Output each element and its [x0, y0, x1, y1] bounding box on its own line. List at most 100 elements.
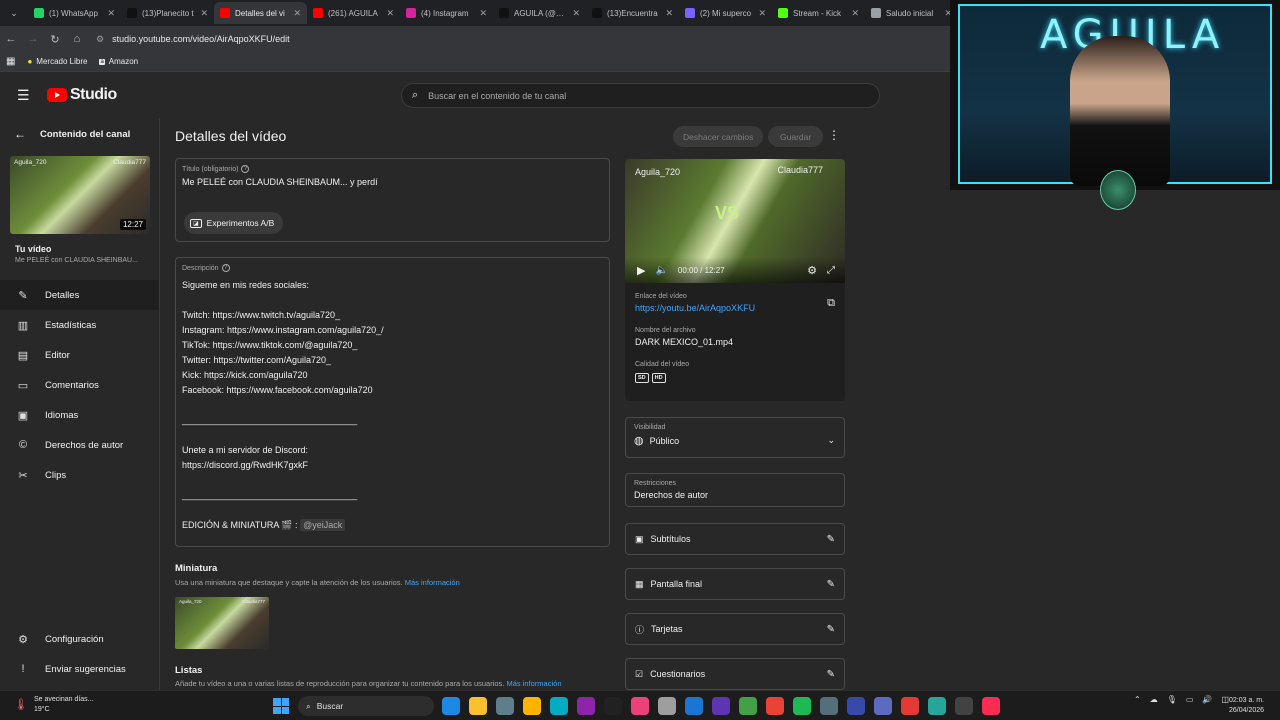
close-icon[interactable]: ✕	[107, 8, 115, 19]
pencil-icon[interactable]: ✎	[827, 669, 835, 680]
title-value[interactable]: Me PELEÉ con CLAUDIA SHEINBAUM... y perd…	[182, 177, 609, 187]
close-icon[interactable]: ✕	[851, 8, 859, 19]
description-field[interactable]: Descripción? Sigueme en mis redes social…	[175, 257, 610, 547]
back-to-content-button[interactable]: ← Contenido del canal	[0, 118, 159, 150]
save-button[interactable]: Guardar	[768, 126, 824, 147]
taskbar-app-icon[interactable]	[550, 697, 568, 715]
taskbar-search[interactable]: ⌕ Buscar	[298, 696, 434, 716]
browser-tab[interactable]: AGUILA (@agu ✕	[493, 2, 586, 24]
video-thumbnail[interactable]: Aguila_720 Claudia777 12:27	[10, 156, 150, 234]
more-options-icon[interactable]: ⋮	[828, 128, 840, 142]
copy-icon[interactable]: ⧉	[827, 297, 835, 327]
monitor-icon[interactable]: ▭	[1186, 695, 1194, 704]
pencil-icon[interactable]: ✎	[827, 579, 835, 590]
close-icon[interactable]: ✕	[479, 8, 487, 19]
taskbar-app-icon[interactable]	[469, 697, 487, 715]
taskbar-app-icon[interactable]	[874, 697, 892, 715]
reload-icon[interactable]: ↻	[44, 33, 66, 46]
search-input[interactable]: ⌕ Buscar en el contenido de tu canal	[401, 83, 880, 108]
home-icon[interactable]: ⌂	[66, 33, 88, 45]
selected-thumbnail[interactable]: Aguila_720 Claudia777	[175, 597, 269, 649]
browser-tab[interactable]: (1) WhatsApp ✕	[28, 2, 121, 24]
help-icon[interactable]: ?	[221, 264, 230, 272]
mention-chip[interactable]: @yeiJack	[300, 519, 346, 531]
lists-learn-more-link[interactable]: Más información	[506, 679, 561, 688]
volume-icon[interactable]: 🔈	[655, 265, 667, 276]
pencil-icon[interactable]: ✎	[827, 624, 835, 635]
browser-tab[interactable]: (261) AGUILA ✕	[307, 2, 400, 24]
description-text[interactable]: Sigueme en mis redes sociales: Twitch: ht…	[182, 278, 609, 533]
close-icon[interactable]: ✕	[758, 8, 766, 19]
taskbar-app-icon[interactable]	[604, 697, 622, 715]
visibility-dropdown[interactable]: Visibilidad ◍ Público ⌄	[625, 417, 845, 458]
row-pantalla-final[interactable]: ▦ Pantalla final ✎	[625, 568, 845, 600]
network-icon[interactable]: ◫	[1221, 695, 1229, 704]
taskbar-app-icon[interactable]	[982, 697, 1000, 715]
sidebar-item-detalles[interactable]: ✎ Detalles	[0, 280, 159, 310]
taskbar-app-icon[interactable]	[577, 697, 595, 715]
menu-icon[interactable]: ☰	[17, 87, 37, 104]
taskbar-app-icon[interactable]	[712, 697, 730, 715]
sidebar-item-derechos-de-autor[interactable]: © Derechos de autor	[0, 430, 159, 460]
url-text[interactable]: studio.youtube.com/video/AirAqpoXKFU/edi…	[112, 34, 290, 44]
thumbnail-learn-more-link[interactable]: Más información	[405, 578, 460, 587]
taskbar-app-icon[interactable]	[793, 697, 811, 715]
chevron-up-icon[interactable]: ⌃	[1134, 695, 1141, 704]
weather-widget[interactable]: 🌡 Se avecinan días... 19°C	[14, 695, 94, 715]
browser-tab[interactable]: (4) Instagram ✕	[400, 2, 493, 24]
taskbar-app-icon[interactable]	[442, 697, 460, 715]
mic-icon[interactable]: 🎙	[1167, 695, 1177, 704]
restrictions-box[interactable]: Restricciones Derechos de autor	[625, 473, 845, 507]
close-icon[interactable]: ✕	[293, 8, 301, 19]
taskbar-app-icon[interactable]	[847, 697, 865, 715]
undo-changes-button[interactable]: Deshacer cambios	[673, 126, 764, 147]
taskbar-app-icon[interactable]	[496, 697, 514, 715]
bookmark-mercado-libre[interactable]: ● Mercado Libre	[27, 57, 87, 66]
taskbar-app-icon[interactable]	[901, 697, 919, 715]
sidebar-item-comentarios[interactable]: ▭ Comentarios	[0, 370, 159, 400]
row-tarjetas[interactable]: ⓘ Tarjetas ✎	[625, 613, 845, 645]
windows-start-icon[interactable]	[273, 698, 289, 714]
taskbar-app-icon[interactable]	[685, 697, 703, 715]
back-arrow-icon[interactable]: ←	[0, 33, 22, 45]
fullscreen-icon[interactable]: ⤢	[827, 265, 835, 276]
sidebar-item-configuración[interactable]: ⚙ Configuración	[0, 624, 160, 654]
address-bar[interactable]: ⚙ studio.youtube.com/video/AirAqpoXKFU/e…	[96, 34, 290, 45]
forward-arrow-icon[interactable]: →	[22, 33, 44, 45]
title-field[interactable]: Título (obligatorio)? Me PELEÉ con CLAUD…	[175, 158, 610, 242]
browser-tab[interactable]: Detalles del vi ✕	[214, 2, 307, 24]
taskbar-app-icon[interactable]	[820, 697, 838, 715]
close-icon[interactable]: ✕	[572, 8, 580, 19]
clock[interactable]: 02:03 a. m. 26/04/2026	[1229, 696, 1264, 716]
cloud-icon[interactable]: ☁	[1150, 695, 1158, 704]
video-player[interactable]: Aguila_720 Claudia777 VS ▶ 🔈 00:00 / 12:…	[625, 159, 845, 283]
sidebar-item-idiomas[interactable]: ▣ Idiomas	[0, 400, 159, 430]
tab-search-icon[interactable]: ⌄	[0, 8, 28, 19]
taskbar-app-icon[interactable]	[928, 697, 946, 715]
taskbar-app-icon[interactable]	[631, 697, 649, 715]
sidebar-item-clips[interactable]: ✂ Clips	[0, 460, 159, 490]
taskbar-app-icon[interactable]	[658, 697, 676, 715]
row-subtítulos[interactable]: ▣ Subtítulos ✎	[625, 523, 845, 555]
sidebar-item-enviar-sugerencias[interactable]: ! Enviar sugerencias	[0, 654, 160, 684]
close-icon[interactable]: ✕	[386, 8, 394, 19]
taskbar-app-icon[interactable]	[739, 697, 757, 715]
browser-tab[interactable]: (13)Planecito t ✕	[121, 2, 214, 24]
taskbar-app-icon[interactable]	[766, 697, 784, 715]
close-icon[interactable]: ✕	[665, 8, 673, 19]
bookmark-amazon[interactable]: a Amazon	[99, 57, 138, 66]
play-icon[interactable]: ▶	[637, 264, 645, 277]
taskbar-app-icon[interactable]	[955, 697, 973, 715]
help-icon[interactable]: ?	[241, 165, 250, 173]
pencil-icon[interactable]: ✎	[827, 534, 835, 545]
sidebar-item-editor[interactable]: ▤ Editor	[0, 340, 159, 370]
site-info-icon[interactable]: ⚙	[96, 34, 104, 45]
apps-grid-icon[interactable]: ▦	[6, 56, 15, 67]
browser-tab[interactable]: (13)Encuentra ✕	[586, 2, 679, 24]
browser-tab[interactable]: (2) Mi superco ✕	[679, 2, 772, 24]
sidebar-item-estadísticas[interactable]: ▥ Estadísticas	[0, 310, 159, 340]
video-link[interactable]: https://youtu.be/AirAqpoXKFU	[635, 303, 755, 313]
close-icon[interactable]: ✕	[200, 8, 208, 19]
studio-logo[interactable]: Studio	[47, 86, 117, 104]
browser-tab[interactable]: Stream - Kick ✕	[772, 2, 865, 24]
